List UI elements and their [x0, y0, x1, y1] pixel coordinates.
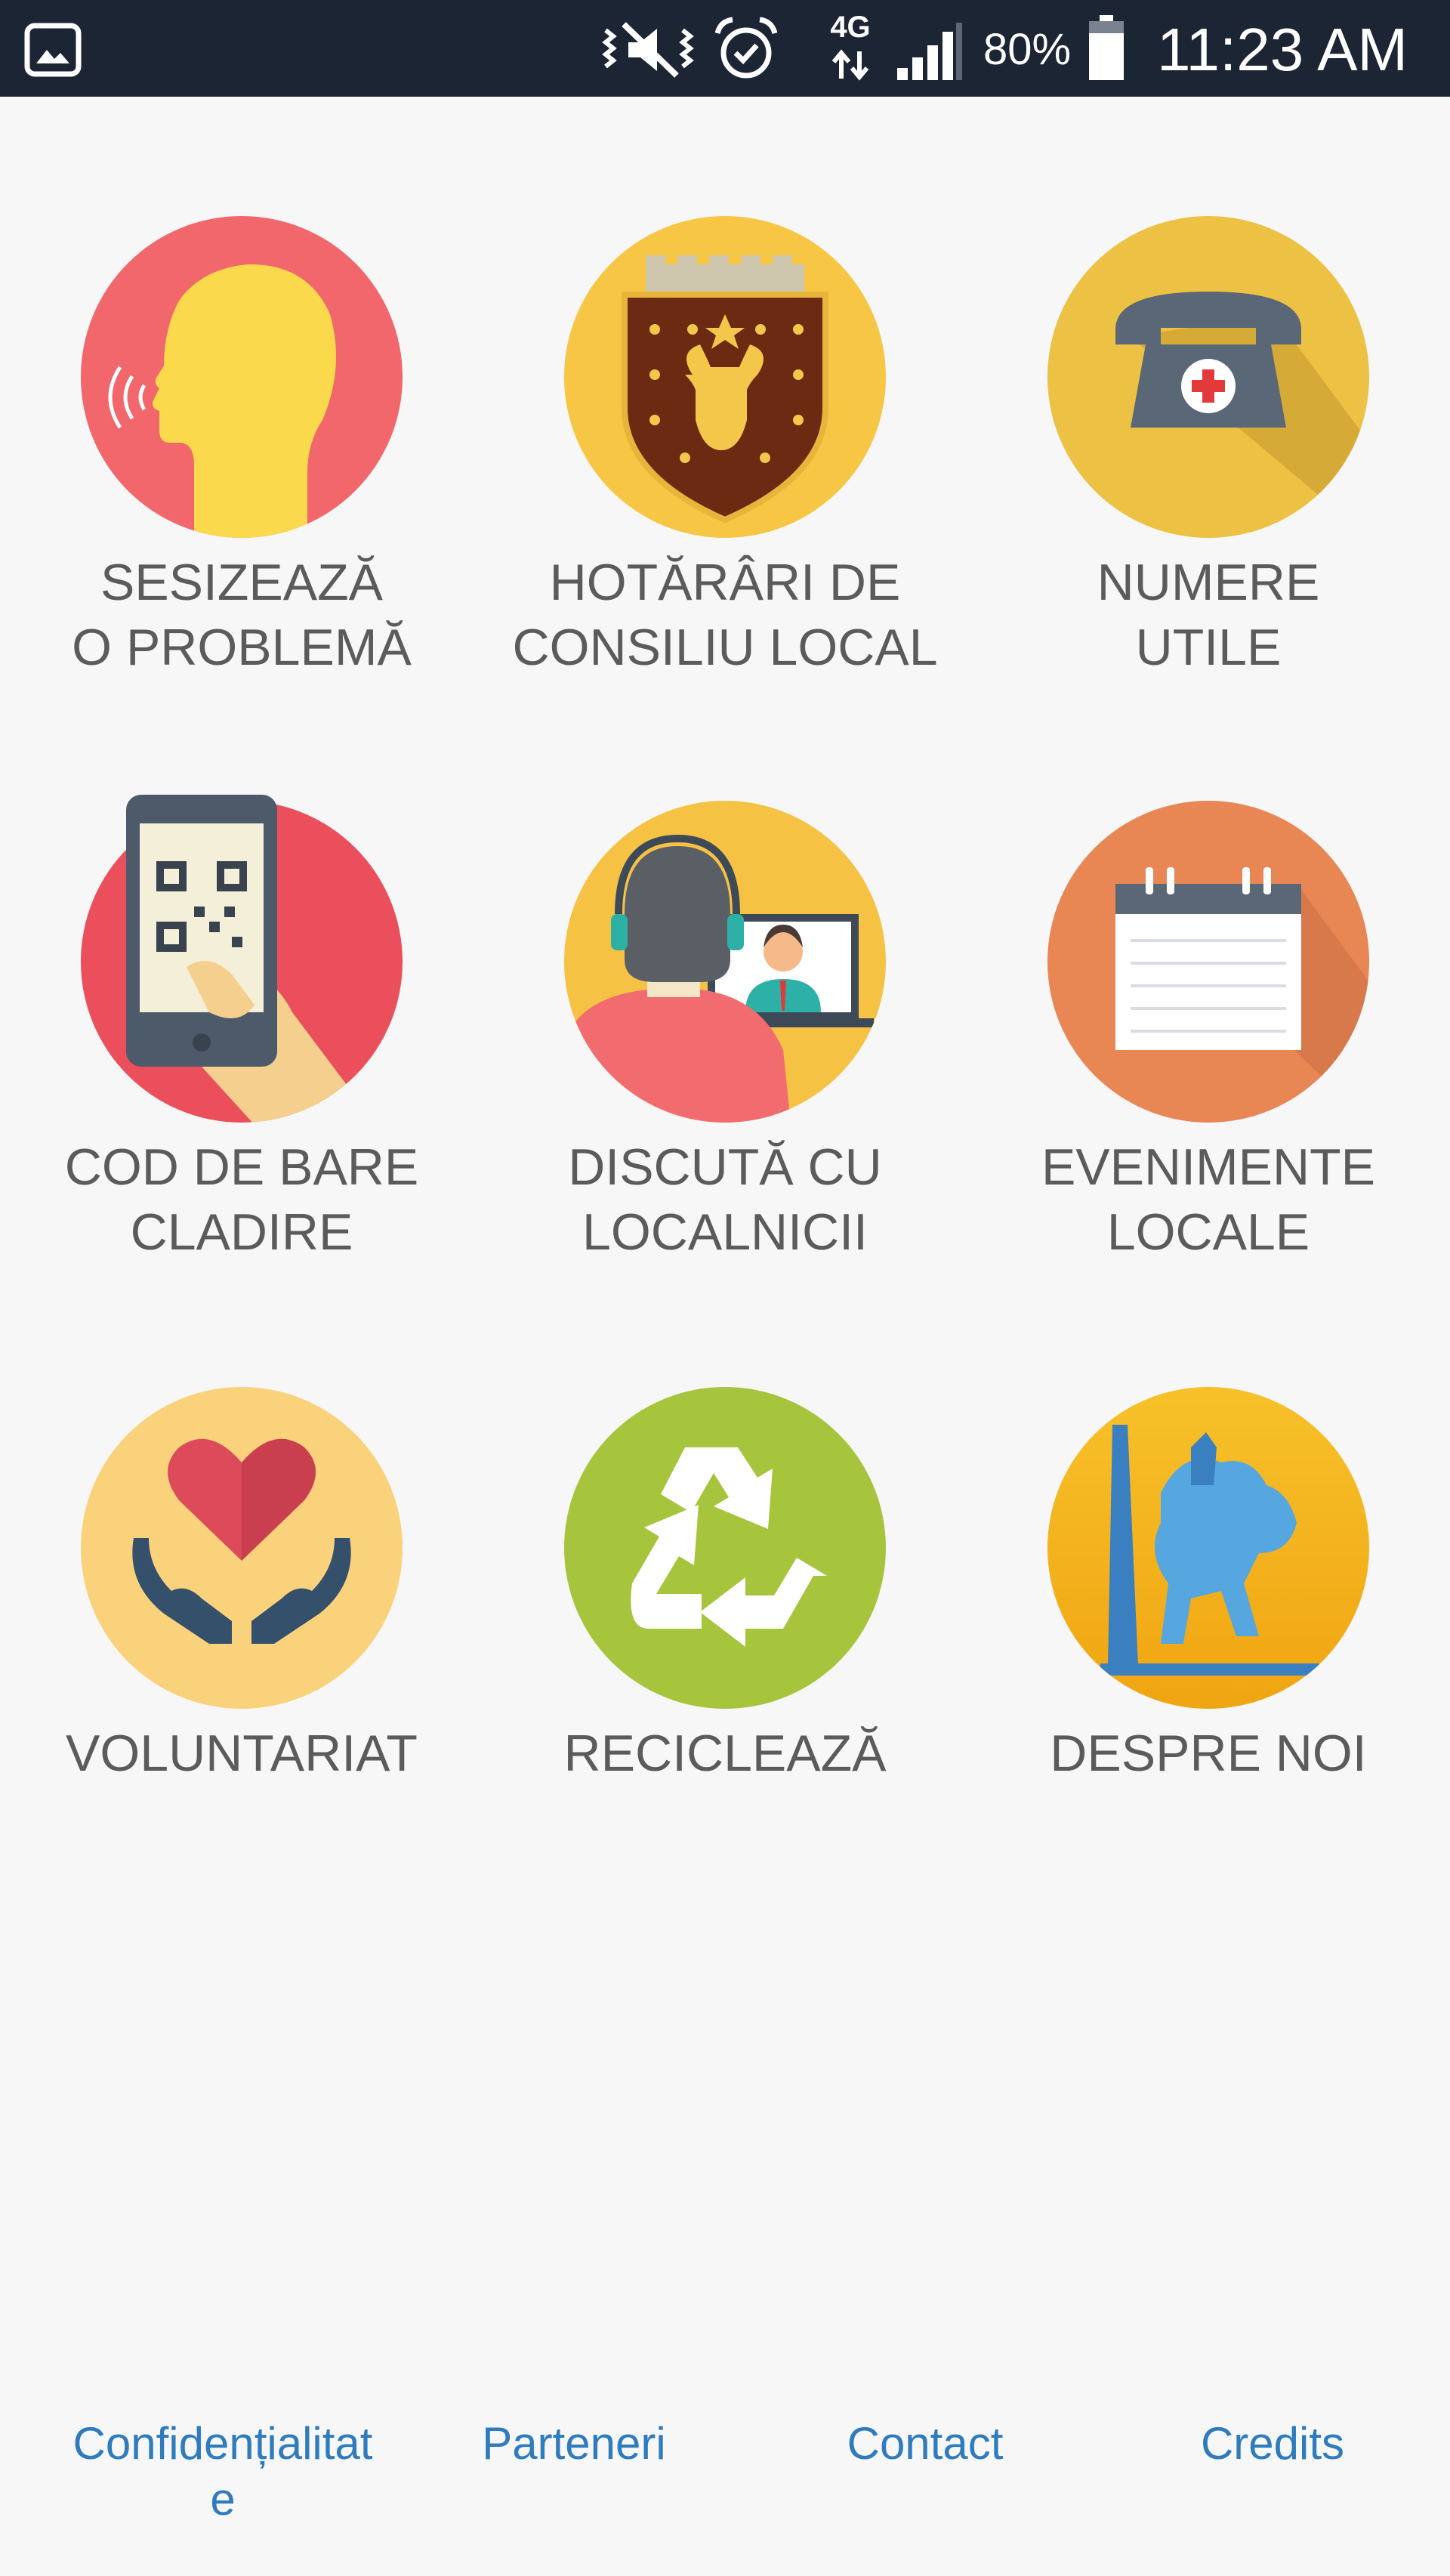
equestrian-statue-icon [1047, 1387, 1369, 1709]
calendar-icon [1047, 801, 1369, 1123]
contact-link[interactable]: Contact [816, 2416, 1035, 2472]
network-type-label: 4G [830, 11, 871, 44]
confidentialitate-line1: Confidențialitat [72, 2418, 373, 2469]
confidentialitate-line2: e [210, 2474, 236, 2525]
tile-label: DISCUTĂ CU LOCALNICII [568, 1138, 882, 1261]
confidentialitate-link[interactable]: Confidențialitat e [53, 2416, 393, 2528]
tile-cod-de-bare[interactable]: COD DE BARE CLADIRE [0, 795, 483, 1375]
city-coat-of-arms-icon [564, 216, 886, 538]
mute-vibrate-icon [602, 22, 694, 78]
tile-sesizeaza[interactable]: SESIZEAZĂ O PROBLEMĂ [0, 216, 483, 790]
clock: 11:23 AM [1157, 16, 1408, 83]
tile-label: HOTĂRÂRI DE CONSILIU LOCAL [512, 554, 938, 676]
tile-voluntariat[interactable]: VOLUNTARIAT [0, 1387, 483, 1961]
emergency-phone-icon [1047, 216, 1369, 538]
tile-despre-noi[interactable]: DESPRE NOI [967, 1387, 1450, 1961]
tile-evenimente[interactable]: EVENIMENTE LOCALE [967, 801, 1450, 1375]
alarm-icon [714, 17, 778, 79]
tile-label: VOLUNTARIAT [66, 1725, 418, 1782]
tile-label: DESPRE NOI [1050, 1725, 1367, 1782]
signal-icon [897, 23, 962, 80]
tile-numere-utile[interactable]: NUMERE UTILE [967, 216, 1450, 790]
battery-icon [1089, 15, 1124, 80]
tile-label: COD DE BARE CLADIRE [64, 1138, 419, 1261]
tile-label: NUMERE UTILE [1097, 554, 1320, 676]
battery-percent: 80% [983, 25, 1072, 74]
recycle-icon [564, 1387, 886, 1709]
tile-label: SESIZEAZĂ O PROBLEMĂ [72, 554, 412, 676]
network-4g-icon: 4G [820, 11, 881, 86]
gallery-icon [24, 23, 82, 77]
parteneri-link[interactable]: Parteneri [461, 2416, 687, 2472]
tile-label: RECICLEAZĂ [563, 1725, 887, 1782]
tile-hotarari[interactable]: HOTĂRÂRI DE CONSILIU LOCAL [483, 216, 967, 790]
tile-label: EVENIMENTE LOCALE [1041, 1138, 1376, 1261]
speaking-head-icon [81, 216, 403, 538]
tile-discuta[interactable]: DISCUTĂ CU LOCALNICII [483, 801, 967, 1375]
tile-recicleaza[interactable]: RECICLEAZĂ [483, 1387, 967, 1961]
credits-link[interactable]: Credits [1163, 2416, 1382, 2472]
heart-hands-icon [81, 1387, 403, 1709]
status-bar: 4G 80% 11:23 AM [0, 0, 1450, 97]
qr-code-phone-icon [81, 795, 403, 1123]
video-chat-icon [564, 801, 886, 1123]
